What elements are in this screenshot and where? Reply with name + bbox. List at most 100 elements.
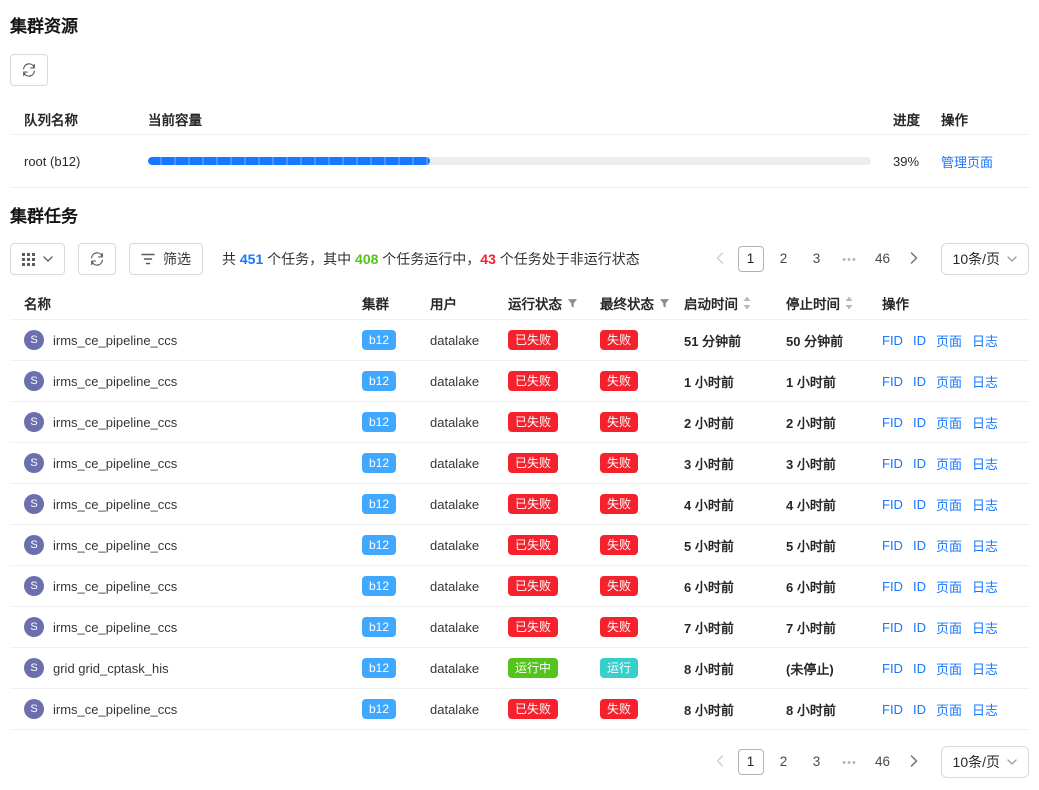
pagination-page[interactable]: 46 [870, 749, 896, 775]
row-action-link[interactable]: 页面 [936, 536, 962, 555]
row-action-link[interactable]: 页面 [936, 659, 962, 678]
pagination-page[interactable]: 3 [804, 749, 830, 775]
resources-section-title: 集群资源 [10, 0, 1029, 37]
row-action-link[interactable]: 日志 [972, 454, 998, 473]
pagination-next-button[interactable] [903, 749, 925, 775]
start-time: 1 小时前 [684, 372, 786, 391]
row-action-link[interactable]: 日志 [972, 331, 998, 350]
row-action-link[interactable]: 日志 [972, 618, 998, 637]
row-action-link[interactable]: FID [882, 497, 903, 512]
row-action-link[interactable]: 页面 [936, 495, 962, 514]
row-actions: FID ID 页面日志 [882, 331, 1029, 350]
final-status-badge: 失败 [600, 453, 638, 473]
column-header-task-actions: 操作 [882, 293, 1029, 313]
cluster-badge: b12 [362, 412, 396, 432]
final-status-badge: 失败 [600, 330, 638, 350]
table-row: S irms_ce_pipeline_ccs b12 datalake 已失败 … [10, 484, 1029, 525]
user-name: datalake [430, 333, 508, 348]
row-action-link[interactable]: ID [913, 374, 926, 389]
row-action-link[interactable]: 页面 [936, 700, 962, 719]
final-status-badge: 失败 [600, 535, 638, 555]
filter-funnel-icon[interactable] [659, 298, 670, 309]
pagination-ellipsis[interactable]: ••• [837, 246, 863, 272]
row-action-link[interactable]: 日志 [972, 413, 998, 432]
row-actions: FID ID 页面日志 [882, 372, 1029, 391]
row-action-link[interactable]: 日志 [972, 495, 998, 514]
row-action-link[interactable]: FID [882, 620, 903, 635]
pagination-next-button[interactable] [903, 246, 925, 272]
row-action-link[interactable]: FID [882, 538, 903, 553]
task-name: irms_ce_pipeline_ccs [53, 456, 177, 471]
row-action-link[interactable]: ID [913, 579, 926, 594]
row-action-link[interactable]: 日志 [972, 372, 998, 391]
pagination-ellipsis[interactable]: ••• [837, 749, 863, 775]
run-status-badge: 已失败 [508, 330, 558, 350]
row-action-link[interactable]: ID [913, 456, 926, 471]
row-action-link[interactable]: ID [913, 538, 926, 553]
capacity-progress-fill [148, 157, 430, 165]
column-header-progress: 进度 [893, 109, 941, 129]
cluster-badge: b12 [362, 494, 396, 514]
cluster-tasks-section: 集群任务 筛选 共 451 个任务，其 [10, 188, 1029, 790]
task-summary: 共 451 个任务，其中 408 个任务运行中，43 个任务处于非运行状态 [222, 249, 640, 269]
pagination-page[interactable]: 2 [771, 246, 797, 272]
filter-button[interactable]: 筛选 [129, 243, 203, 275]
row-action-link[interactable]: 日志 [972, 659, 998, 678]
row-action-link[interactable]: 页面 [936, 331, 962, 350]
avatar: S [24, 535, 44, 555]
run-status-badge: 已失败 [508, 371, 558, 391]
final-status-badge: 失败 [600, 371, 638, 391]
row-action-link[interactable]: 日志 [972, 700, 998, 719]
row-action-link[interactable]: FID [882, 415, 903, 430]
pagination-prev-button[interactable] [709, 246, 731, 272]
row-action-link[interactable]: FID [882, 374, 903, 389]
row-action-link[interactable]: 页面 [936, 454, 962, 473]
row-action-link[interactable]: ID [913, 333, 926, 348]
resources-refresh-button[interactable] [10, 54, 48, 86]
row-action-link[interactable]: FID [882, 456, 903, 471]
avatar: S [24, 617, 44, 637]
row-actions: FID ID 页面日志 [882, 454, 1029, 473]
sorter-icon[interactable] [743, 296, 751, 310]
row-action-link[interactable]: 日志 [972, 577, 998, 596]
page-size-select[interactable]: 10条/页 [941, 746, 1029, 778]
avatar: S [24, 412, 44, 432]
row-action-link[interactable]: 页面 [936, 372, 962, 391]
row-action-link[interactable]: 页面 [936, 577, 962, 596]
column-header-resource-actions: 操作 [941, 109, 1029, 129]
pagination-page[interactable]: 1 [738, 749, 764, 775]
summary-text: 个任务处于非运行状态 [496, 251, 640, 267]
row-action-link[interactable]: 页面 [936, 618, 962, 637]
pagination-page[interactable]: 1 [738, 246, 764, 272]
table-row: S irms_ce_pipeline_ccs b12 datalake 已失败 … [10, 443, 1029, 484]
start-time: 8 小时前 [684, 659, 786, 678]
filter-funnel-icon[interactable] [567, 298, 578, 309]
row-action-link[interactable]: ID [913, 661, 926, 676]
user-name: datalake [430, 415, 508, 430]
row-action-link[interactable]: ID [913, 415, 926, 430]
page-size-select[interactable]: 10条/页 [941, 243, 1029, 275]
row-action-link[interactable]: FID [882, 579, 903, 594]
summary-text: 个任务运行中， [378, 251, 480, 267]
pagination-page[interactable]: 2 [771, 749, 797, 775]
row-action-link[interactable]: FID [882, 333, 903, 348]
manage-page-link[interactable]: 管理页面 [941, 155, 993, 170]
task-name: irms_ce_pipeline_ccs [53, 497, 177, 512]
pagination-page[interactable]: 46 [870, 246, 896, 272]
cluster-badge: b12 [362, 658, 396, 678]
row-action-link[interactable]: 日志 [972, 536, 998, 555]
chevron-down-icon [43, 256, 53, 262]
row-actions: FID ID 页面日志 [882, 495, 1029, 514]
row-action-link[interactable]: FID [882, 702, 903, 717]
row-action-link[interactable]: ID [913, 702, 926, 717]
row-action-link[interactable]: ID [913, 497, 926, 512]
view-switch-button[interactable] [10, 243, 65, 275]
row-action-link[interactable]: ID [913, 620, 926, 635]
row-action-link[interactable]: 页面 [936, 413, 962, 432]
tasks-refresh-button[interactable] [78, 243, 116, 275]
pagination-prev-button[interactable] [709, 749, 731, 775]
sorter-icon[interactable] [845, 296, 853, 310]
pagination-page[interactable]: 3 [804, 246, 830, 272]
column-header-run-status: 运行状态 [508, 293, 600, 313]
row-action-link[interactable]: FID [882, 661, 903, 676]
